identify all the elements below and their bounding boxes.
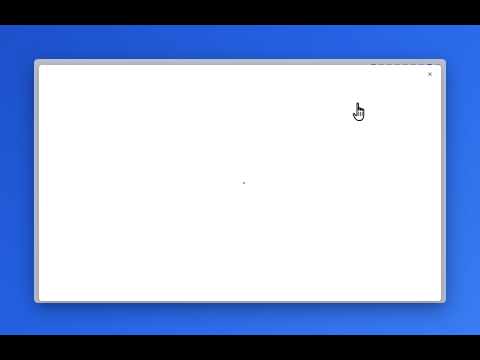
modal-dialog: × xyxy=(39,65,441,301)
loading-indicator-icon xyxy=(243,182,245,184)
desktop-background: × xyxy=(0,25,480,335)
close-icon[interactable]: × xyxy=(425,70,435,80)
hand-pointer-cursor-icon xyxy=(352,102,365,121)
